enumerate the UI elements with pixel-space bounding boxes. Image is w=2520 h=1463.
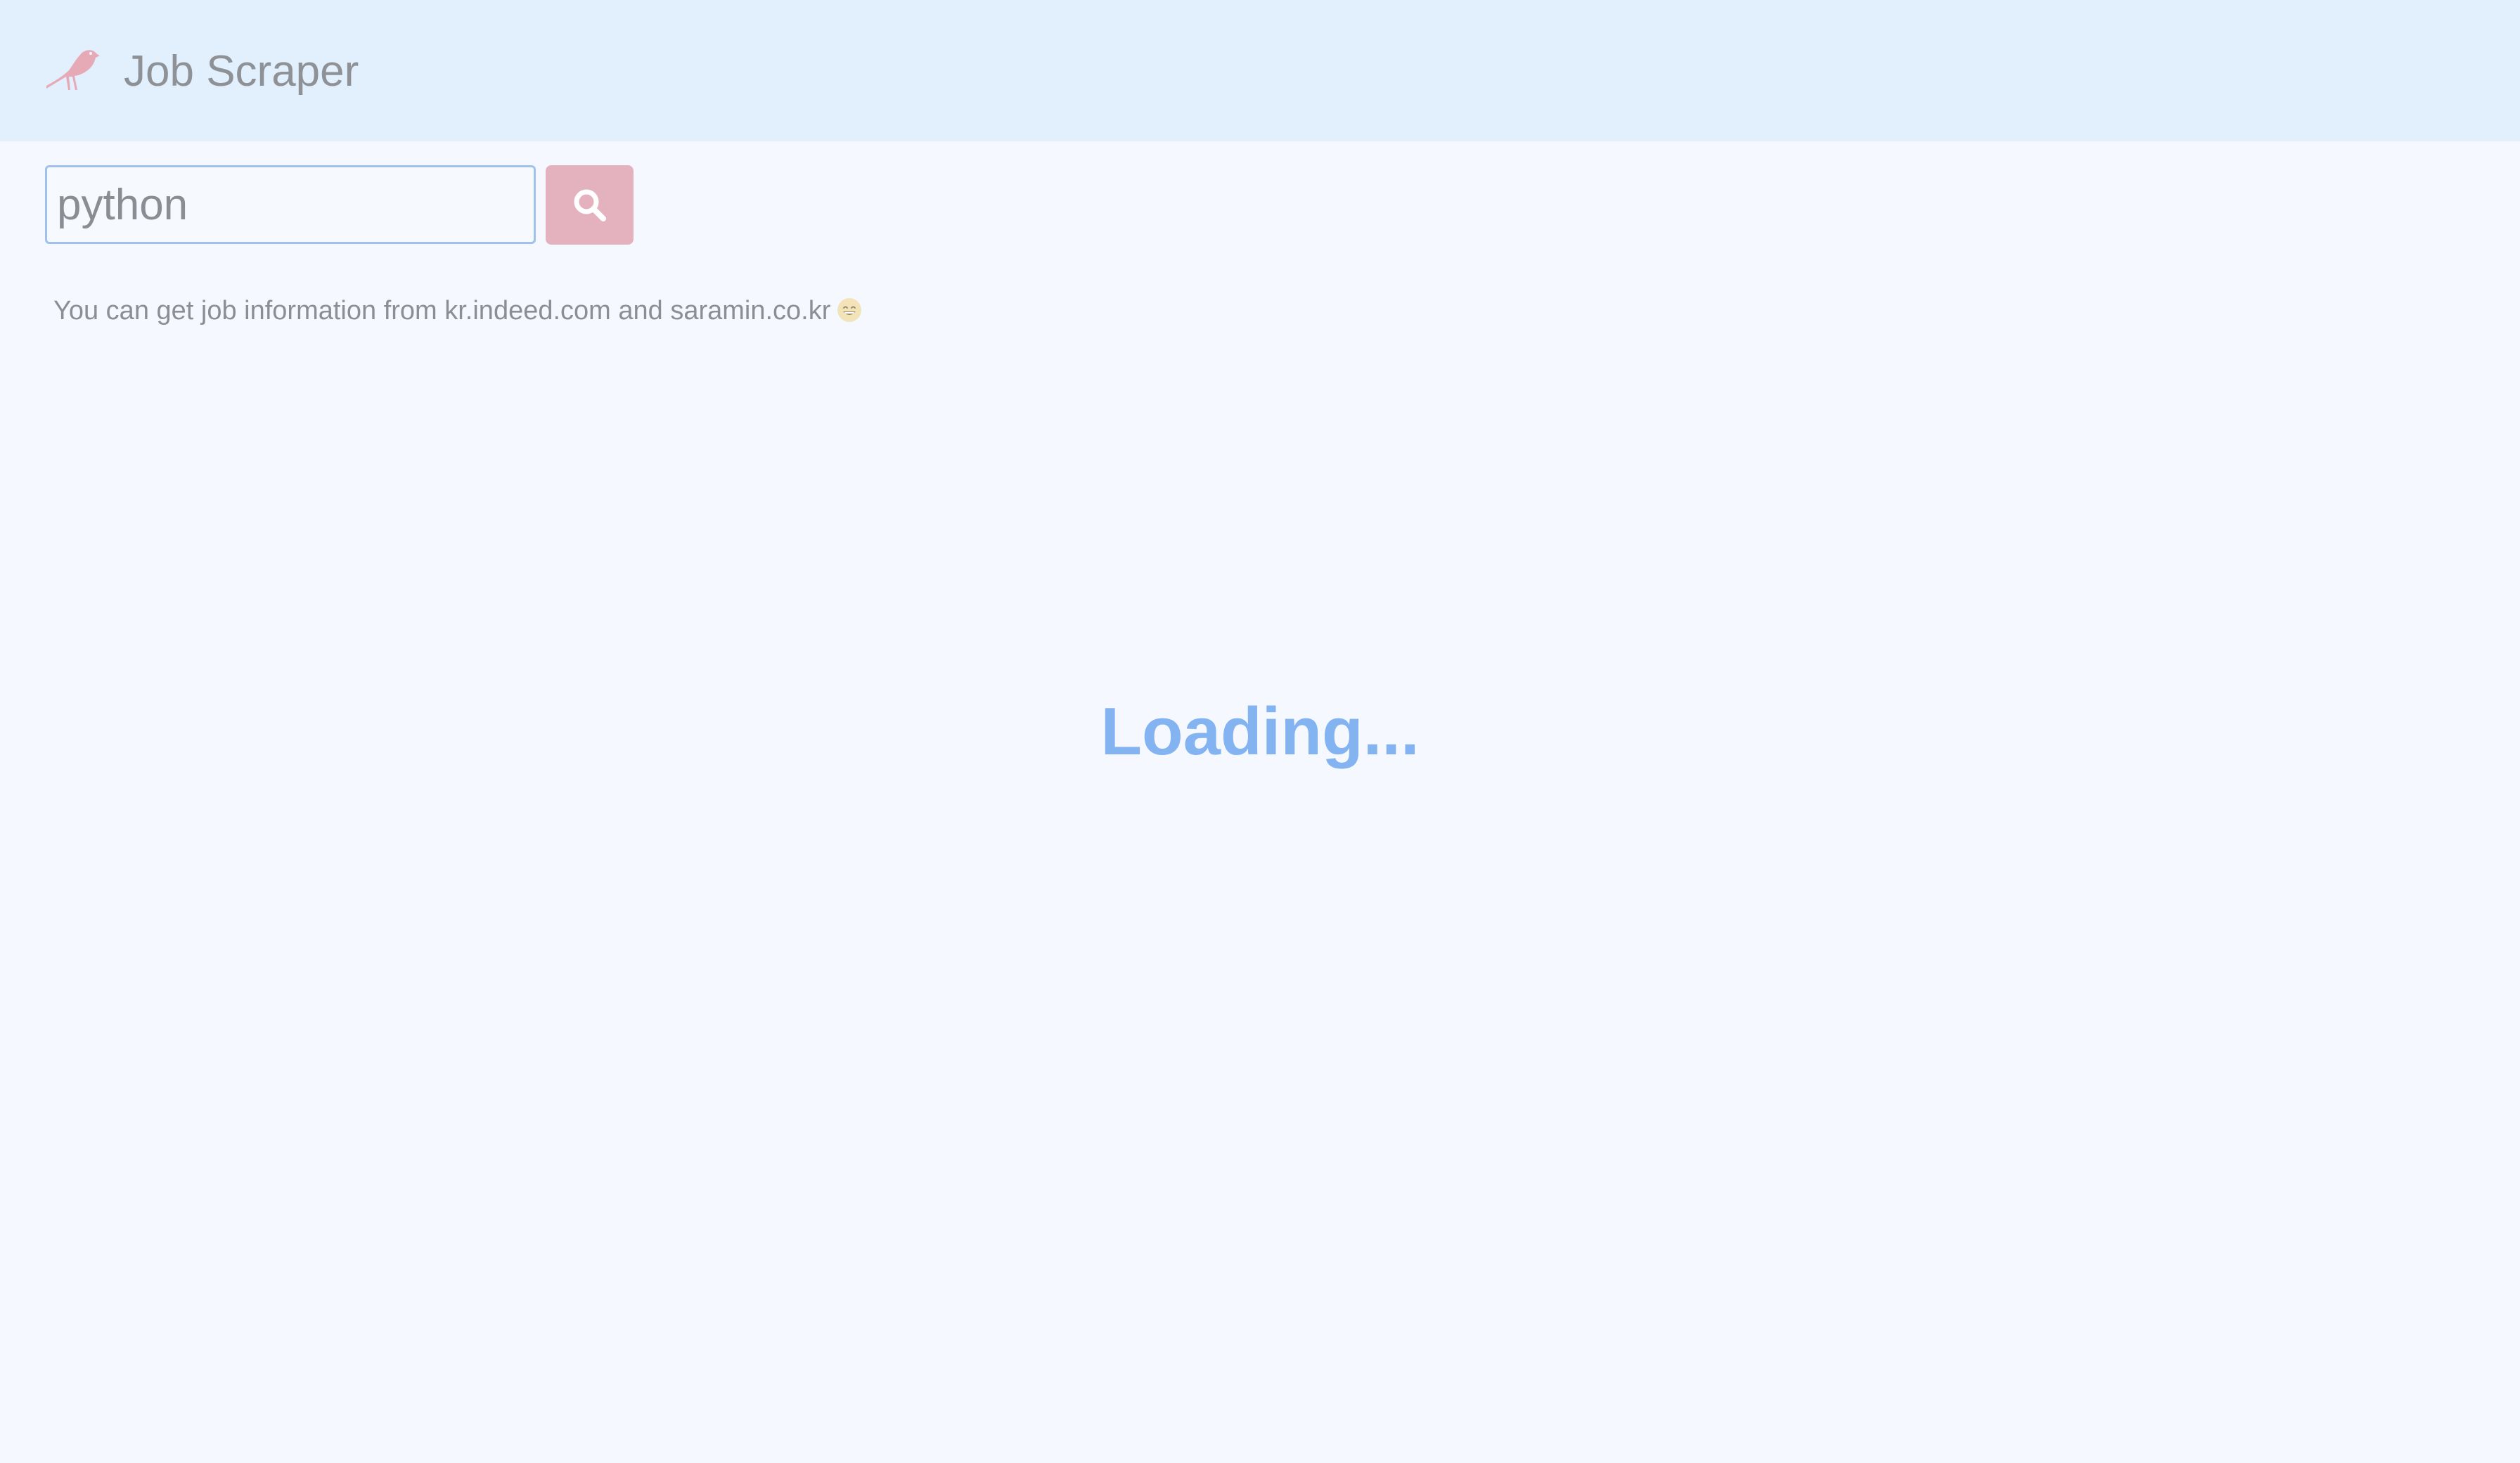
search-button[interactable] bbox=[546, 165, 634, 245]
info-text-label: You can get job information from kr.inde… bbox=[53, 296, 831, 326]
smile-icon bbox=[836, 297, 863, 323]
loading-indicator: Loading... bbox=[1100, 694, 1420, 769]
search-input[interactable] bbox=[45, 165, 536, 244]
bird-icon bbox=[44, 45, 103, 94]
app-header: Job Scraper bbox=[0, 0, 2520, 141]
info-text: You can get job information from kr.inde… bbox=[53, 294, 863, 328]
app-title: Job Scraper bbox=[124, 47, 359, 96]
search-icon bbox=[572, 187, 608, 224]
